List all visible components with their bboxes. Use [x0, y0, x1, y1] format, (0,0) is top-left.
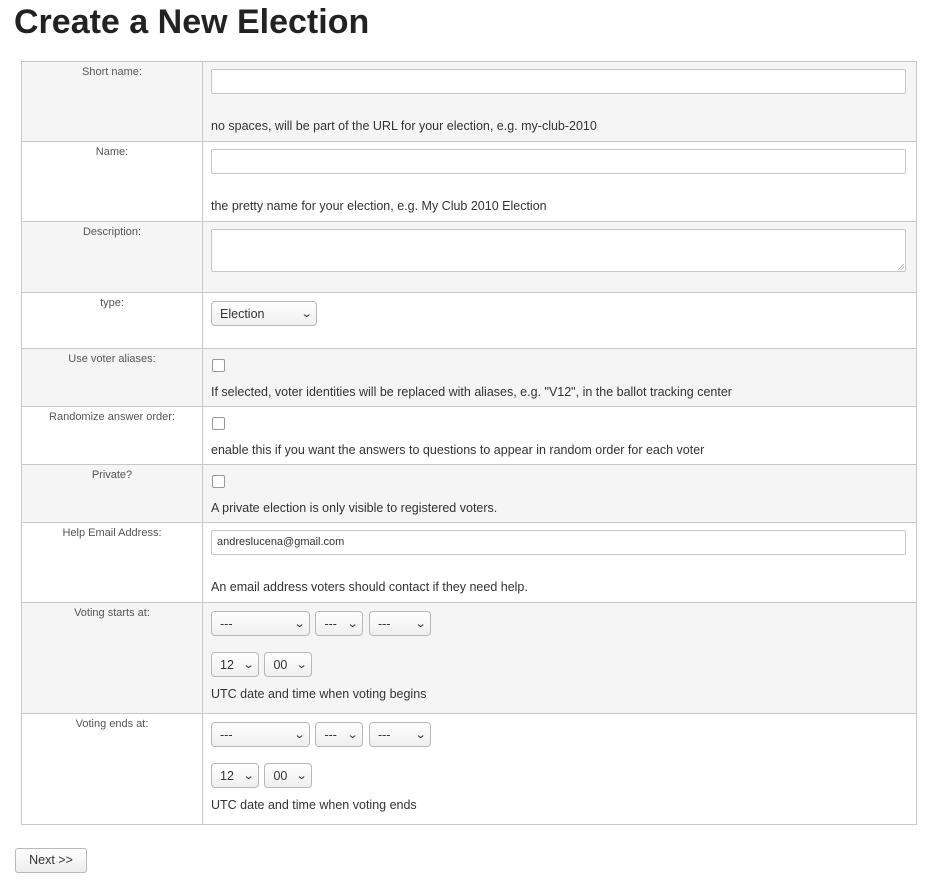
description-textarea[interactable]	[211, 229, 906, 272]
private-label: Private?	[21, 464, 203, 523]
private-checkbox[interactable]	[212, 475, 225, 488]
chevron-down-icon: ⌄	[346, 618, 359, 630]
chevron-down-icon: ⌄	[414, 618, 427, 630]
chevron-down-icon: ⌄	[300, 308, 313, 320]
voting-starts-month-value: ---	[220, 616, 233, 631]
voting-ends-time-group: 12 ⌄ 00 ⌄	[211, 763, 908, 788]
use-voter-aliases-help: If selected, voter identities will be re…	[211, 385, 732, 399]
use-voter-aliases-checkbox[interactable]	[212, 359, 225, 372]
chevron-down-icon: ⌄	[295, 659, 308, 671]
chevron-down-icon: ⌄	[293, 729, 306, 741]
type-label: type:	[21, 292, 203, 349]
voting-starts-hour-select[interactable]: 12 ⌄	[211, 652, 259, 677]
page-title: Create a New Election	[14, 3, 370, 41]
short-name-label: Short name:	[21, 61, 203, 142]
voting-ends-month-value: ---	[220, 727, 233, 742]
name-input[interactable]	[211, 149, 906, 174]
voting-starts-help: UTC date and time when voting begins	[211, 687, 427, 701]
row-voting-ends-at: Voting ends at: --- ⌄ --- ⌄ --- ⌄ 12 ⌄ 0…	[21, 713, 917, 825]
row-type: type: Election ⌄	[21, 292, 917, 349]
randomize-answer-order-checkbox[interactable]	[212, 417, 225, 430]
resize-grip-icon[interactable]	[898, 264, 904, 270]
voting-ends-hour-value: 12	[220, 768, 234, 783]
voting-starts-day-value: ---	[324, 616, 337, 631]
row-help-email: Help Email Address: andreslucena@gmail.c…	[21, 522, 917, 603]
row-name: Name: the pretty name for your election,…	[21, 141, 917, 222]
help-email-label: Help Email Address:	[21, 522, 203, 603]
voting-ends-year-select[interactable]: --- ⌄	[368, 722, 431, 747]
voting-starts-hour-value: 12	[220, 657, 234, 672]
row-randomize-answer-order: Randomize answer order: enable this if y…	[21, 406, 917, 465]
voting-starts-label: Voting starts at:	[21, 602, 203, 714]
use-voter-aliases-label: Use voter aliases:	[21, 348, 203, 407]
short-name-help: no spaces, will be part of the URL for y…	[211, 119, 597, 133]
row-private: Private? A private election is only visi…	[21, 464, 917, 523]
voting-starts-date-group: --- ⌄ --- ⌄ --- ⌄	[211, 611, 908, 636]
chevron-down-icon: ⌄	[346, 729, 359, 741]
voting-starts-minute-select[interactable]: 00 ⌄	[264, 652, 313, 677]
help-email-input[interactable]: andreslucena@gmail.com	[211, 530, 906, 555]
row-description: Description:	[21, 221, 917, 293]
chevron-down-icon: ⌄	[293, 618, 306, 630]
next-button[interactable]: Next >>	[15, 848, 87, 873]
voting-ends-day-select[interactable]: --- ⌄	[315, 722, 364, 747]
voting-ends-day-value: ---	[324, 727, 337, 742]
voting-ends-label: Voting ends at:	[21, 713, 203, 825]
chevron-down-icon: ⌄	[295, 770, 308, 782]
election-form-table: Short name: no spaces, will be part of t…	[21, 61, 917, 825]
voting-ends-minute-value: 00	[273, 768, 288, 783]
voting-ends-hour-select[interactable]: 12 ⌄	[211, 763, 259, 788]
voting-starts-time-group: 12 ⌄ 00 ⌄	[211, 652, 908, 677]
voting-ends-month-select[interactable]: --- ⌄	[211, 722, 310, 747]
type-select[interactable]: Election ⌄	[211, 301, 317, 326]
voting-starts-month-select[interactable]: --- ⌄	[211, 611, 310, 636]
chevron-down-icon: ⌄	[414, 729, 427, 741]
private-help: A private election is only visible to re…	[211, 501, 498, 515]
help-email-help: An email address voters should contact i…	[211, 580, 528, 594]
chevron-down-icon: ⌄	[242, 659, 255, 671]
voting-ends-date-group: --- ⌄ --- ⌄ --- ⌄	[211, 722, 908, 747]
voting-ends-help: UTC date and time when voting ends	[211, 798, 417, 812]
row-voting-starts-at: Voting starts at: --- ⌄ --- ⌄ --- ⌄ 12 ⌄…	[21, 602, 917, 714]
randomize-answer-order-label: Randomize answer order:	[21, 406, 203, 465]
short-name-input[interactable]	[211, 69, 906, 94]
row-use-voter-aliases: Use voter aliases: If selected, voter id…	[21, 348, 917, 407]
name-label: Name:	[21, 141, 203, 222]
description-label: Description:	[21, 221, 203, 293]
type-selected-value: Election	[220, 306, 265, 321]
voting-ends-year-value: ---	[377, 727, 391, 742]
row-short-name: Short name: no spaces, will be part of t…	[21, 61, 917, 142]
voting-starts-day-select[interactable]: --- ⌄	[315, 611, 364, 636]
voting-starts-year-value: ---	[377, 616, 391, 631]
voting-starts-minute-value: 00	[273, 657, 288, 672]
randomize-answer-order-help: enable this if you want the answers to q…	[211, 443, 705, 457]
chevron-down-icon: ⌄	[242, 770, 255, 782]
voting-starts-year-select[interactable]: --- ⌄	[368, 611, 431, 636]
name-help: the pretty name for your election, e.g. …	[211, 199, 547, 213]
voting-ends-minute-select[interactable]: 00 ⌄	[264, 763, 313, 788]
